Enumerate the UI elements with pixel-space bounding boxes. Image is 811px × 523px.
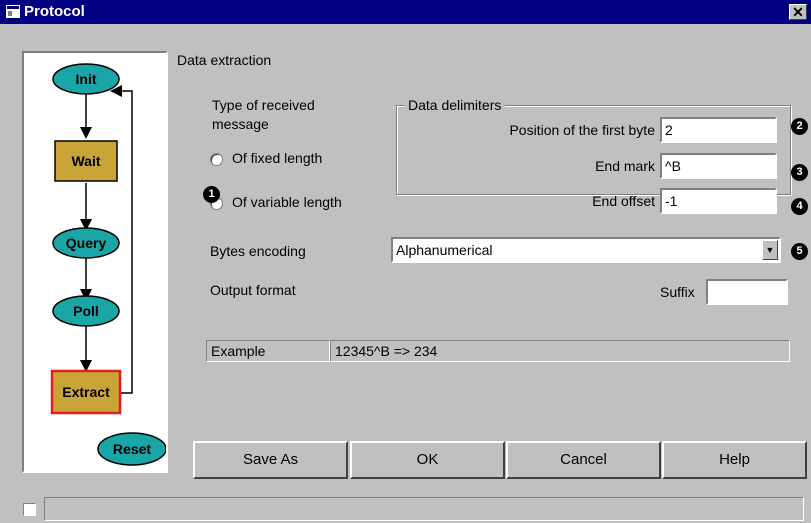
callout-badge-5: 5 [791,243,808,260]
callout-badge-1: 1 [203,186,220,203]
example-value: 12345^B => 234 [330,340,790,362]
end-mark-label: End mark [595,158,655,174]
first-byte-input[interactable]: 2 [660,117,777,143]
bytes-encoding-label: Bytes encoding [210,243,306,259]
fixed-length-label: Of fixed length [232,150,323,166]
cancel-button[interactable]: Cancel [506,441,661,479]
fixed-length-radio[interactable] [210,153,223,166]
window-icon [6,5,20,18]
variable-length-label: Of variable length [232,194,342,210]
chevron-down-icon[interactable]: ▼ [762,240,778,260]
example-label: Example [206,340,330,362]
callout-badge-2: 2 [791,118,808,135]
title-bar [0,0,811,24]
bytes-encoding-select[interactable]: Alphanumerical [391,237,781,263]
flowchart-panel: Init Wait Query Poll Extract Reset [22,51,168,473]
end-offset-label: End offset [592,193,655,209]
flow-node-query[interactable]: Query [52,227,120,259]
flow-node-reset[interactable]: Reset [97,432,166,466]
suffix-input[interactable] [706,279,788,305]
svg-text:Query: Query [66,235,107,251]
svg-text:Init: Init [76,71,97,87]
section-title: Data extraction [177,52,272,68]
flowchart-diagram: Init Wait Query Poll Extract Reset [50,63,166,466]
status-checkbox[interactable] [23,503,36,516]
svg-text:Extract: Extract [62,384,110,400]
status-bar [44,497,804,521]
flow-node-wait[interactable]: Wait [54,140,118,182]
help-button[interactable]: Help [662,441,807,479]
svg-text:Poll: Poll [73,303,99,319]
close-icon[interactable]: ✕ [789,4,807,20]
ok-button[interactable]: OK [350,441,505,479]
svg-text:Reset: Reset [113,441,151,457]
first-byte-label: Position of the first byte [509,122,655,138]
flow-node-extract[interactable]: Extract [50,369,122,415]
callout-badge-4: 4 [791,198,808,215]
save-as-button[interactable]: Save As [193,441,348,479]
end-mark-input[interactable]: ^B [660,153,777,179]
message-type-label-line1: Type of received [212,97,315,113]
window-title: Protocol [24,3,85,20]
end-offset-input[interactable]: -1 [660,188,777,214]
suffix-label: Suffix [660,284,695,300]
flow-node-poll[interactable]: Poll [52,295,120,327]
data-delimiters-title: Data delimiters [404,97,506,113]
message-type-label-line2: message [212,116,269,132]
svg-text:Wait: Wait [71,153,100,169]
output-format-label: Output format [210,282,296,298]
callout-badge-3: 3 [791,164,808,181]
flow-node-init[interactable]: Init [52,63,120,95]
